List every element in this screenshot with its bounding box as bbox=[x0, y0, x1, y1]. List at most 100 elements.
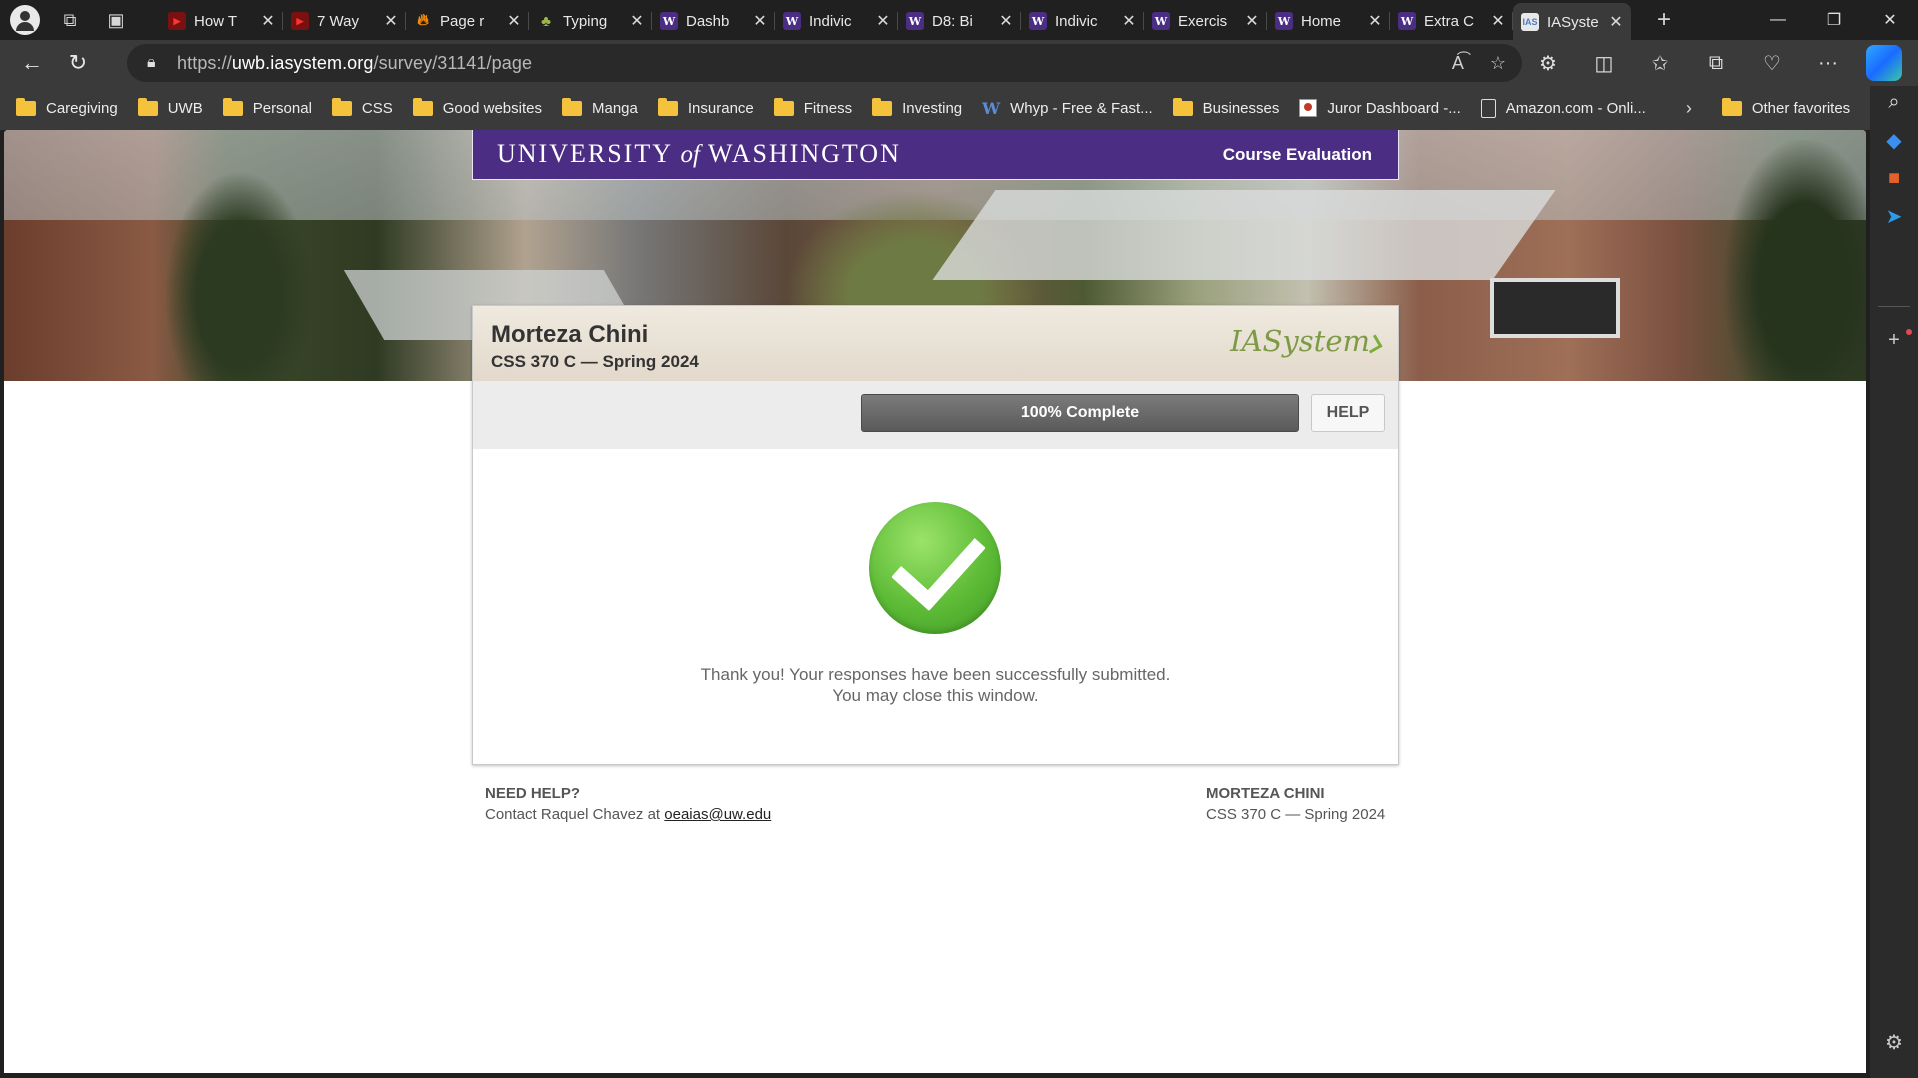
footer-help: NEED HELP? Contact Raquel Chavez at oeai… bbox=[485, 783, 771, 825]
iasystem-icon: IAS bbox=[1521, 13, 1539, 31]
bookmark-item[interactable]: Investing bbox=[872, 97, 963, 117]
uw-icon: W bbox=[783, 12, 801, 30]
browser-tab[interactable]: W Exercis ✕ bbox=[1144, 4, 1267, 38]
tab-title: Page r bbox=[440, 12, 485, 30]
add-sidebar-app-icon[interactable]: + bbox=[1878, 324, 1910, 356]
favorites-bar: Caregiving UWB Personal CSS Good websites Man… bbox=[0, 86, 1870, 130]
more-menu-icon[interactable]: ··· bbox=[1810, 45, 1846, 81]
bookmark-label: Personal bbox=[252, 99, 312, 117]
close-window-line: You may close this window. bbox=[832, 686, 1039, 705]
close-tab-icon[interactable]: ✕ bbox=[630, 11, 644, 31]
uw-icon: W bbox=[1029, 12, 1047, 30]
browser-tab[interactable]: ♣ Typing ✕ bbox=[529, 4, 652, 38]
browser-tab[interactable]: W Dashb ✕ bbox=[652, 4, 775, 38]
bookmark-item[interactable]: UWB bbox=[137, 97, 203, 117]
close-tab-icon[interactable]: ✕ bbox=[1609, 12, 1623, 32]
bookmark-item[interactable]: Personal bbox=[222, 97, 312, 117]
back-arrow-icon[interactable]: ← bbox=[12, 43, 52, 83]
restore-icon[interactable]: ❐ bbox=[1806, 0, 1862, 40]
url-path: /survey/31141/page bbox=[373, 52, 533, 73]
close-tab-icon[interactable]: ✕ bbox=[1122, 11, 1136, 31]
browser-tab[interactable]: W Indivic ✕ bbox=[775, 4, 898, 38]
collections-icon[interactable]: ⧉ bbox=[1698, 45, 1734, 81]
read-aloud-icon[interactable]: A͡ bbox=[1452, 53, 1464, 74]
bookmark-label: UWB bbox=[167, 99, 203, 117]
copilot-icon[interactable] bbox=[1866, 45, 1902, 81]
bookmark-item[interactable]: Good websites bbox=[412, 97, 542, 117]
browser-tab[interactable]: W D8: Bi ✕ bbox=[898, 4, 1021, 38]
browser-tab[interactable]: ▶ How T ✕ bbox=[160, 4, 283, 38]
sidebar-settings-gear-icon[interactable]: ⚙ bbox=[1878, 1026, 1910, 1058]
close-tab-icon[interactable]: ✕ bbox=[753, 11, 767, 31]
uw-wordmark-part: UNIVERSITY bbox=[497, 139, 673, 168]
profile-avatar-icon[interactable] bbox=[10, 5, 40, 35]
footer-course-name: CSS 370 C — Spring 2024 bbox=[1206, 806, 1386, 823]
browser-essentials-icon[interactable]: ♡ bbox=[1754, 45, 1790, 81]
browser-tab[interactable]: W Home ✕ bbox=[1267, 4, 1390, 38]
card-header: Morteza Chini CSS 370 C — Spring 2024 IA… bbox=[473, 306, 1398, 381]
bookmark-item[interactable]: Insurance bbox=[657, 97, 754, 117]
close-tab-icon[interactable]: ✕ bbox=[1491, 11, 1505, 31]
bookmark-item[interactable]: Businesses bbox=[1172, 97, 1279, 117]
close-tab-icon[interactable]: ✕ bbox=[999, 11, 1013, 31]
favorites-icon[interactable]: ✩ bbox=[1642, 45, 1678, 81]
close-tab-icon[interactable]: ✕ bbox=[261, 11, 275, 31]
close-tab-icon[interactable]: ✕ bbox=[507, 11, 521, 31]
more-bookmarks-chevron-icon[interactable]: › bbox=[1686, 98, 1692, 119]
folder-icon bbox=[1172, 97, 1193, 116]
workspaces-icon[interactable]: ⧉ bbox=[54, 4, 86, 36]
close-tab-icon[interactable]: ✕ bbox=[876, 11, 890, 31]
tab-title: Dashb bbox=[686, 12, 730, 30]
bookmark-label: Juror Dashboard -... bbox=[1327, 99, 1461, 117]
tab-title: Home bbox=[1301, 12, 1342, 30]
new-tab-button[interactable]: + bbox=[1649, 6, 1679, 34]
uw-icon: W bbox=[660, 12, 678, 30]
bookmark-label: CSS bbox=[361, 99, 393, 117]
tab-title: Indivic bbox=[1055, 12, 1098, 30]
shopping-tag-icon[interactable]: ◆ bbox=[1878, 124, 1910, 156]
url-text[interactable]: https://uwb.iasystem.org/survey/31141/pa… bbox=[177, 53, 532, 74]
extensions-icon[interactable]: ⚙ bbox=[1530, 45, 1566, 81]
split-screen-icon[interactable]: ◫ bbox=[1586, 45, 1622, 81]
notification-dot-icon bbox=[1906, 329, 1912, 335]
bookmark-item[interactable]: Amazon.com - Onli... bbox=[1480, 98, 1646, 118]
bookmark-item[interactable]: W Whyp - Free & Fast... bbox=[982, 99, 1153, 118]
tools-briefcase-icon[interactable]: ■ bbox=[1878, 162, 1910, 194]
lock-icon[interactable]: 🔒︎ bbox=[147, 54, 177, 72]
address-bar[interactable]: 🔒︎ https://uwb.iasystem.org/survey/31141… bbox=[127, 44, 1522, 82]
progress-toolbar: 100% Complete HELP bbox=[473, 381, 1398, 449]
favorite-star-icon[interactable]: ☆ bbox=[1490, 53, 1506, 74]
close-tab-icon[interactable]: ✕ bbox=[384, 11, 398, 31]
bookmark-item[interactable]: CSS bbox=[331, 97, 393, 117]
browser-tab[interactable]: IAS IASyste ✕ bbox=[1513, 3, 1631, 41]
tab-actions-icon[interactable]: ▣ bbox=[100, 4, 132, 36]
contact-email-link[interactable]: oeaias@uw.edu bbox=[664, 806, 771, 823]
folder-icon bbox=[872, 97, 893, 116]
close-tab-icon[interactable]: ✕ bbox=[1368, 11, 1382, 31]
contact-line: Contact Raquel Chavez at oeaias@uw.edu bbox=[485, 804, 771, 825]
browser-tab[interactable]: 🔥︎ Page r ✕ bbox=[406, 4, 529, 38]
other-favorites[interactable]: Other favorites bbox=[1721, 97, 1850, 117]
folder-icon bbox=[137, 97, 158, 116]
minimize-icon[interactable]: — bbox=[1750, 0, 1806, 40]
url-prefix: https:// bbox=[177, 52, 232, 73]
search-icon[interactable]: ⌕ bbox=[1878, 86, 1910, 118]
browser-tab[interactable]: ▶ 7 Way ✕ bbox=[283, 4, 406, 38]
send-icon[interactable]: ➤ bbox=[1878, 200, 1910, 232]
whyp-icon: W bbox=[982, 98, 1001, 118]
refresh-icon[interactable]: ↻ bbox=[58, 43, 98, 83]
bookmark-item[interactable]: Fitness bbox=[773, 97, 852, 117]
course-name: CSS 370 C — Spring 2024 bbox=[491, 352, 699, 371]
browser-tab[interactable]: W Indivic ✕ bbox=[1021, 4, 1144, 38]
close-window-icon[interactable]: ✕ bbox=[1862, 0, 1918, 40]
uw-icon: W bbox=[1398, 12, 1416, 30]
close-tab-icon[interactable]: ✕ bbox=[1245, 11, 1259, 31]
bookmark-label: Investing bbox=[902, 99, 963, 117]
bookmark-item[interactable]: Manga bbox=[562, 97, 638, 117]
bookmark-item[interactable]: Caregiving bbox=[16, 97, 118, 117]
browser-tab[interactable]: W Extra C ✕ bbox=[1390, 4, 1513, 38]
help-button[interactable]: HELP bbox=[1311, 394, 1385, 432]
bookmark-item[interactable]: Juror Dashboard -... bbox=[1299, 99, 1461, 117]
uw-icon: W bbox=[906, 12, 924, 30]
folder-icon bbox=[562, 97, 582, 116]
